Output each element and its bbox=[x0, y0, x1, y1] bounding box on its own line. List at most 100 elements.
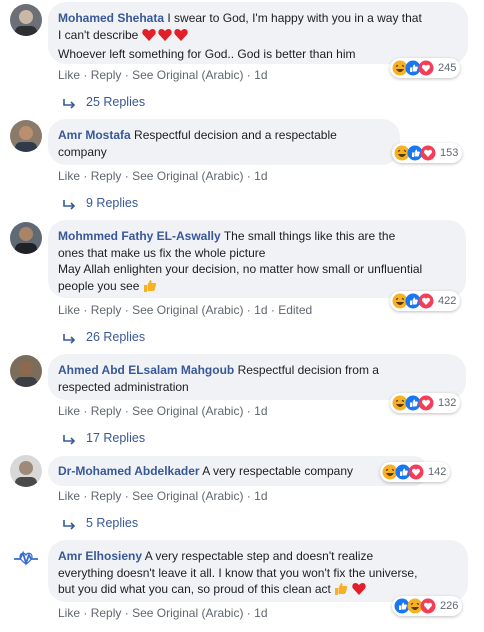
comment-text: everything doesn't leave it all. I know … bbox=[58, 565, 418, 580]
heart-emoji-icon bbox=[141, 28, 188, 47]
comment-text: Respectful decision and a respectable bbox=[134, 128, 337, 142]
see-original-link[interactable]: See Original (Arabic) bbox=[132, 489, 243, 503]
reply-arrow-icon bbox=[62, 98, 76, 109]
timestamp[interactable]: 1d bbox=[254, 404, 267, 418]
view-replies-link[interactable]: 17 Replies bbox=[62, 431, 145, 445]
reply-link[interactable]: Reply bbox=[91, 404, 122, 418]
avatar[interactable] bbox=[10, 355, 42, 387]
like-link[interactable]: Like bbox=[58, 303, 80, 317]
replies-count: 17 Replies bbox=[86, 431, 146, 445]
comment-actions: Like · Reply · See Original (Arabic) · 1… bbox=[58, 303, 313, 317]
reply-arrow-icon bbox=[62, 199, 76, 210]
timestamp[interactable]: 1d bbox=[254, 68, 267, 82]
view-replies-link[interactable]: 5 Replies bbox=[62, 516, 138, 530]
comment-text: but you did what you can, so proud of th… bbox=[58, 582, 331, 596]
love-reaction-icon bbox=[418, 395, 434, 411]
comment-text: I can't describe bbox=[58, 27, 139, 42]
reply-arrow-icon bbox=[62, 434, 76, 445]
reaction-count: 132 bbox=[438, 397, 457, 409]
reply-link[interactable]: Reply bbox=[91, 606, 122, 620]
avatar[interactable] bbox=[10, 541, 42, 573]
see-original-link[interactable]: See Original (Arabic) bbox=[132, 169, 243, 183]
comment-actions: Like · Reply · See Original (Arabic) · 1… bbox=[58, 169, 268, 183]
comment-text: respected administration bbox=[58, 379, 189, 394]
reaction-count: 142 bbox=[428, 466, 447, 478]
comment-bubble: Mohamed Shehata I swear to God, I'm happ… bbox=[48, 2, 468, 64]
thumbs-up-emoji-icon bbox=[143, 279, 157, 298]
comment-bubble: Dr-Mohamed Abdelkader A very respectable… bbox=[48, 456, 428, 486]
comment-author[interactable]: Mohamed Shehata bbox=[58, 11, 164, 25]
comment-author[interactable]: Amr Mostafa bbox=[58, 128, 131, 142]
love-reaction-icon bbox=[418, 60, 434, 76]
reply-link[interactable]: Reply bbox=[91, 68, 122, 82]
see-original-link[interactable]: See Original (Arabic) bbox=[132, 404, 243, 418]
reactions-summary[interactable]: 226 bbox=[392, 596, 463, 616]
timestamp[interactable]: 1d bbox=[254, 169, 267, 183]
comment-author[interactable]: Ahmed Abd ELsalam Mahgoub bbox=[58, 363, 234, 377]
comment-text: Whoever left something for God.. God is … bbox=[58, 47, 356, 61]
reply-link[interactable]: Reply bbox=[91, 489, 122, 503]
comment-text: The small things like this are the bbox=[223, 229, 396, 243]
reply-link[interactable]: Reply bbox=[91, 303, 122, 317]
reactions-summary[interactable]: 142 bbox=[380, 462, 451, 482]
like-link[interactable]: Like bbox=[58, 489, 80, 503]
replies-count: 9 Replies bbox=[86, 196, 139, 210]
avatar[interactable] bbox=[10, 222, 42, 254]
edited-label[interactable]: Edited bbox=[278, 303, 312, 317]
reaction-count: 245 bbox=[438, 62, 457, 74]
avatar[interactable] bbox=[10, 455, 42, 487]
comment-bubble: Amr Mostafa Respectful decision and a re… bbox=[48, 119, 400, 165]
comment-text: ones that make us fix the whole picture bbox=[58, 245, 266, 260]
comment-text: people you see bbox=[58, 278, 140, 293]
see-original-link[interactable]: See Original (Arabic) bbox=[132, 68, 243, 82]
love-reaction-icon bbox=[418, 293, 434, 309]
timestamp[interactable]: 1d bbox=[254, 489, 267, 503]
replies-count: 5 Replies bbox=[86, 516, 139, 530]
avatar[interactable] bbox=[10, 120, 42, 152]
timestamp[interactable]: 1d bbox=[254, 303, 267, 317]
comment-author[interactable]: Dr-Mohamed Abdelkader bbox=[58, 464, 200, 478]
comment-bubble: Mohmmed Fathy EL-Aswally The small thing… bbox=[48, 220, 466, 298]
heart-emoji-icon bbox=[351, 582, 367, 601]
reaction-count: 153 bbox=[440, 147, 459, 159]
view-replies-link[interactable]: 26 Replies bbox=[62, 330, 145, 344]
thumbs-up-emoji-icon bbox=[334, 582, 348, 601]
comment-text: A very respectable step and doesn't real… bbox=[144, 549, 374, 563]
love-reaction-icon bbox=[420, 145, 436, 161]
reactions-summary[interactable]: 153 bbox=[392, 143, 463, 163]
comment-text: company bbox=[58, 144, 107, 159]
see-original-link[interactable]: See Original (Arabic) bbox=[132, 606, 243, 620]
comment-author[interactable]: Mohmmed Fathy EL-Aswally bbox=[58, 229, 221, 243]
comment-text: A very respectable company bbox=[202, 464, 354, 478]
comment-text: May Allah enlighten your decision, no ma… bbox=[58, 262, 423, 276]
view-replies-link[interactable]: 9 Replies bbox=[62, 196, 138, 210]
reply-arrow-icon bbox=[62, 333, 76, 344]
love-reaction-icon bbox=[408, 464, 424, 480]
like-link[interactable]: Like bbox=[58, 404, 80, 418]
reactions-summary[interactable]: 245 bbox=[390, 58, 461, 78]
love-reaction-icon bbox=[420, 598, 436, 614]
reply-link[interactable]: Reply bbox=[91, 169, 122, 183]
reactions-summary[interactable]: 132 bbox=[390, 393, 461, 413]
comment-text: Respectful decision from a bbox=[237, 363, 379, 377]
reaction-count: 422 bbox=[438, 295, 457, 307]
view-replies-link[interactable]: 25 Replies bbox=[62, 95, 145, 109]
like-link[interactable]: Like bbox=[58, 68, 80, 82]
comment-bubble: Amr Elhosieny A very respectable step an… bbox=[48, 540, 468, 602]
comment-actions: Like · Reply · See Original (Arabic) · 1… bbox=[58, 489, 268, 503]
comment-actions: Like · Reply · See Original (Arabic) · 1… bbox=[58, 68, 268, 82]
replies-count: 26 Replies bbox=[86, 330, 146, 344]
avatar[interactable] bbox=[10, 4, 42, 36]
timestamp[interactable]: 1d bbox=[254, 606, 267, 620]
like-link[interactable]: Like bbox=[58, 169, 80, 183]
comment-actions: Like · Reply · See Original (Arabic) · 1… bbox=[58, 404, 268, 418]
comment-actions: Like · Reply · See Original (Arabic) · 1… bbox=[58, 606, 268, 620]
reactions-summary[interactable]: 422 bbox=[390, 291, 461, 311]
like-link[interactable]: Like bbox=[58, 606, 80, 620]
see-original-link[interactable]: See Original (Arabic) bbox=[132, 303, 243, 317]
comment-author[interactable]: Amr Elhosieny bbox=[58, 549, 142, 563]
comment-text: I swear to God, I'm happy with you in a … bbox=[167, 11, 422, 25]
reaction-count: 226 bbox=[440, 600, 459, 612]
replies-count: 25 Replies bbox=[86, 95, 146, 109]
reply-arrow-icon bbox=[62, 519, 76, 530]
